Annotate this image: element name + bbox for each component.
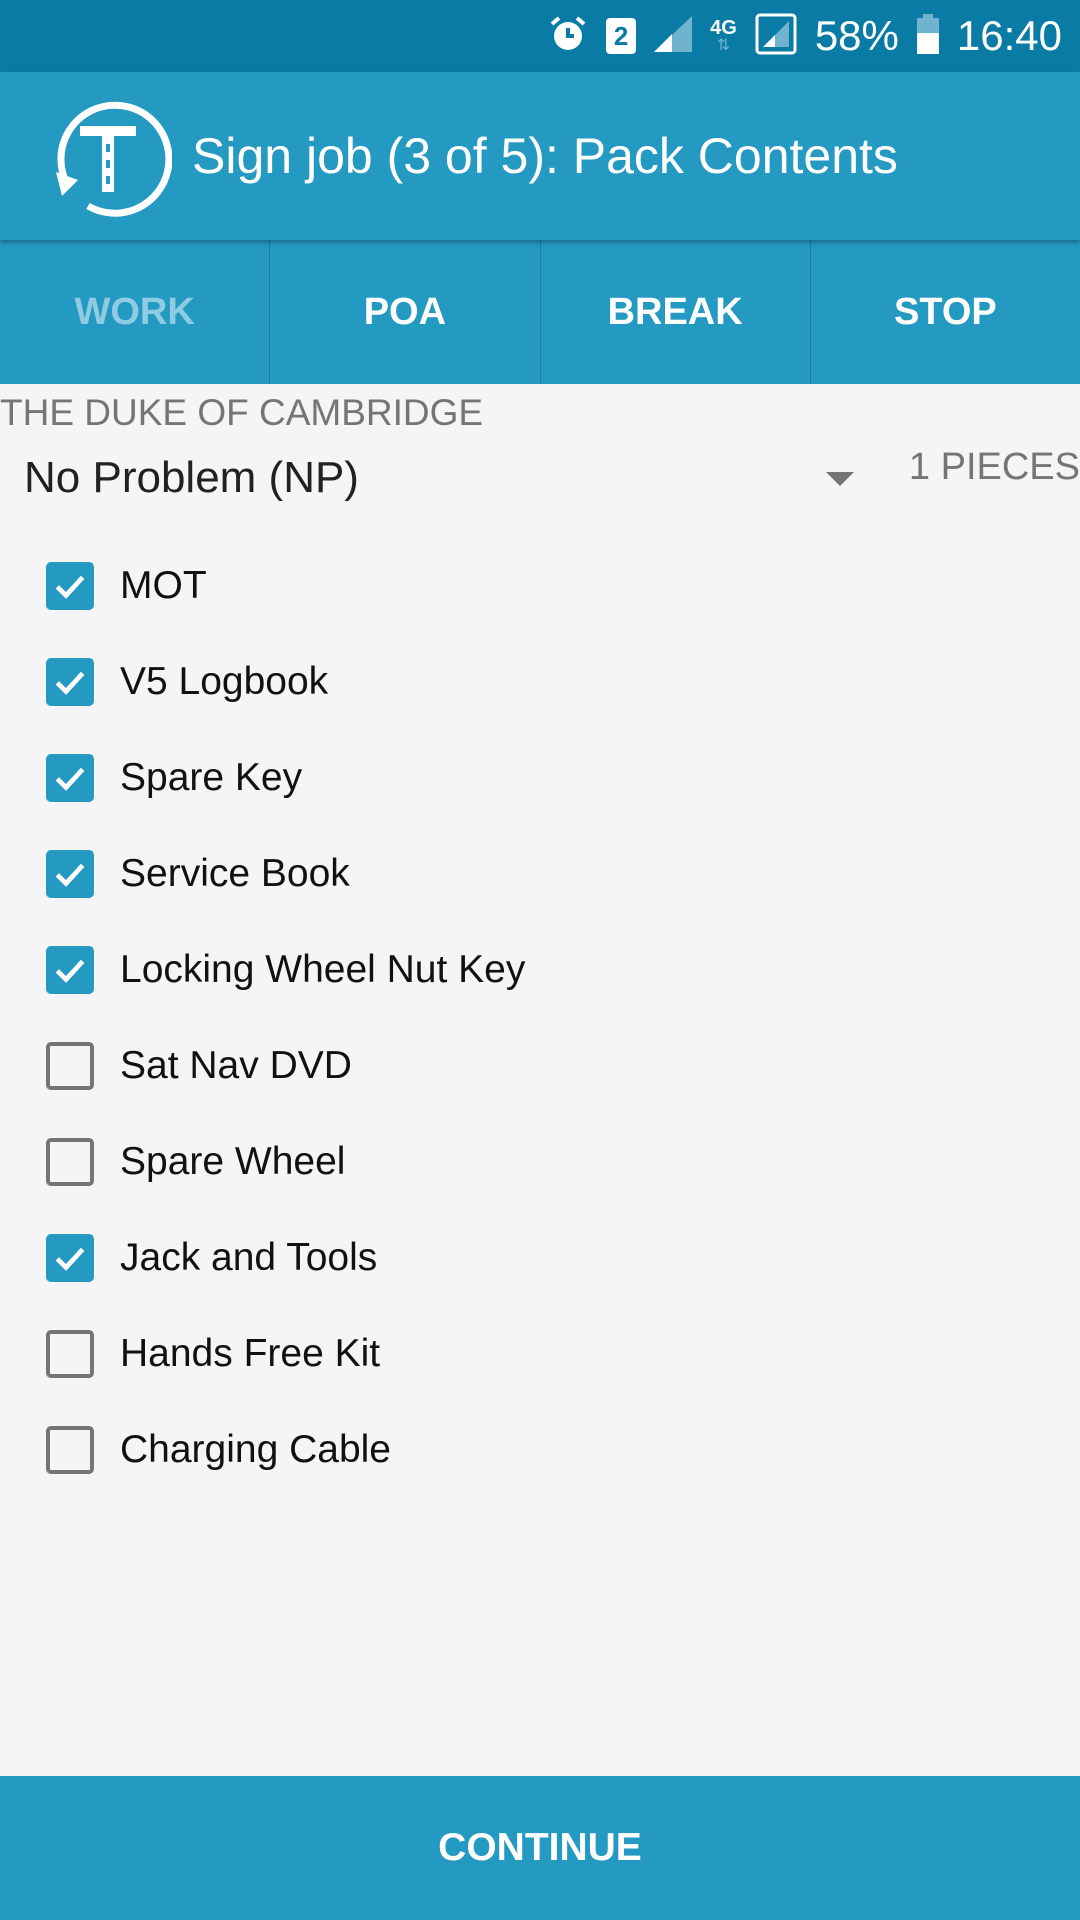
network-type: 4G (710, 17, 737, 39)
checklist-label: Sat Nav DVD (120, 1044, 352, 1087)
checklist-item[interactable]: Spare Wheel (0, 1114, 1080, 1210)
checkmark-icon (55, 767, 85, 791)
action-tabs: WORK POA BREAK STOP (0, 240, 1080, 384)
signal-icon (654, 15, 693, 57)
checkmark-icon (55, 1247, 85, 1271)
checklist-item[interactable]: V5 Logbook (0, 634, 1080, 730)
signal-boxed-icon (755, 13, 797, 60)
checklist-label: Service Book (120, 852, 350, 895)
tab-work[interactable]: WORK (0, 240, 271, 384)
checklist-label: Spare Wheel (120, 1140, 346, 1183)
checklist-item[interactable]: Jack and Tools (0, 1210, 1080, 1306)
checkbox-checked[interactable] (46, 562, 94, 610)
4g-data-icon: 4G ⇅ (710, 18, 737, 54)
checkbox-unchecked[interactable] (46, 1042, 94, 1090)
checklist-item[interactable]: Hands Free Kit (0, 1306, 1080, 1402)
app-bar: Sign job (3 of 5): Pack Contents (0, 72, 1080, 240)
checklist-label: V5 Logbook (120, 660, 329, 703)
status-select[interactable]: No Problem (NP) (24, 440, 854, 516)
tab-label: WORK (74, 290, 195, 333)
tab-label: STOP (893, 290, 997, 333)
tab-break[interactable]: BREAK (541, 240, 811, 384)
checklist-label: Jack and Tools (120, 1236, 378, 1279)
tab-label: BREAK (607, 290, 743, 333)
tab-poa[interactable]: POA (270, 240, 541, 384)
checklist-label: MOT (120, 564, 207, 607)
alarm-icon (548, 14, 588, 59)
checkbox-unchecked[interactable] (46, 1138, 94, 1186)
checkmark-icon (55, 671, 85, 695)
checkbox-checked[interactable] (46, 658, 94, 706)
data-arrows-icon: ⇅ (716, 37, 731, 54)
checkmark-icon (55, 575, 85, 599)
checklist-item[interactable]: Spare Key (0, 730, 1080, 826)
checklist-label: Locking Wheel Nut Key (120, 948, 526, 991)
checklist-item[interactable]: Service Book (0, 826, 1080, 922)
checklist-label: Spare Key (120, 756, 303, 799)
checklist-item[interactable]: Locking Wheel Nut Key (0, 922, 1080, 1018)
checkmark-icon (55, 959, 85, 983)
job-location: THE DUKE OF CAMBRIDGE (0, 392, 484, 433)
pieces-count: 1 PIECES (908, 446, 1080, 488)
checkbox-checked[interactable] (46, 946, 94, 994)
checkbox-unchecked[interactable] (46, 1426, 94, 1474)
tab-stop[interactable]: STOP (811, 240, 1080, 384)
checklist-item[interactable]: MOT (0, 538, 1080, 634)
checkbox-checked[interactable] (46, 850, 94, 898)
status-bar: 2 4G ⇅ 58% 16:40 (0, 0, 1080, 72)
battery-percent: 58% (814, 12, 899, 59)
app-logo-icon (48, 94, 173, 218)
checkbox-checked[interactable] (46, 1234, 94, 1282)
checklist-label: Hands Free Kit (120, 1332, 381, 1375)
checklist-item[interactable]: Sat Nav DVD (0, 1018, 1080, 1114)
checkbox-checked[interactable] (46, 754, 94, 802)
tab-label: POA (363, 290, 447, 333)
clock: 16:40 (956, 12, 1062, 59)
checklist-item[interactable]: Charging Cable (0, 1402, 1080, 1498)
checkbox-unchecked[interactable] (46, 1330, 94, 1378)
sim2-icon: 2 (606, 18, 637, 54)
status-select-value: No Problem (NP) (24, 453, 359, 502)
continue-button[interactable]: CONTINUE (0, 1776, 1080, 1920)
page-title: Sign job (3 of 5): Pack Contents (192, 128, 898, 184)
battery-icon (916, 13, 939, 59)
pack-contents-checklist: MOT V5 Logbook Spare Key Service Book Lo… (0, 538, 1080, 1498)
checklist-label: Charging Cable (120, 1428, 392, 1471)
checkmark-icon (55, 863, 85, 887)
continue-label: CONTINUE (438, 1826, 642, 1869)
dropdown-arrow-icon (826, 472, 854, 486)
